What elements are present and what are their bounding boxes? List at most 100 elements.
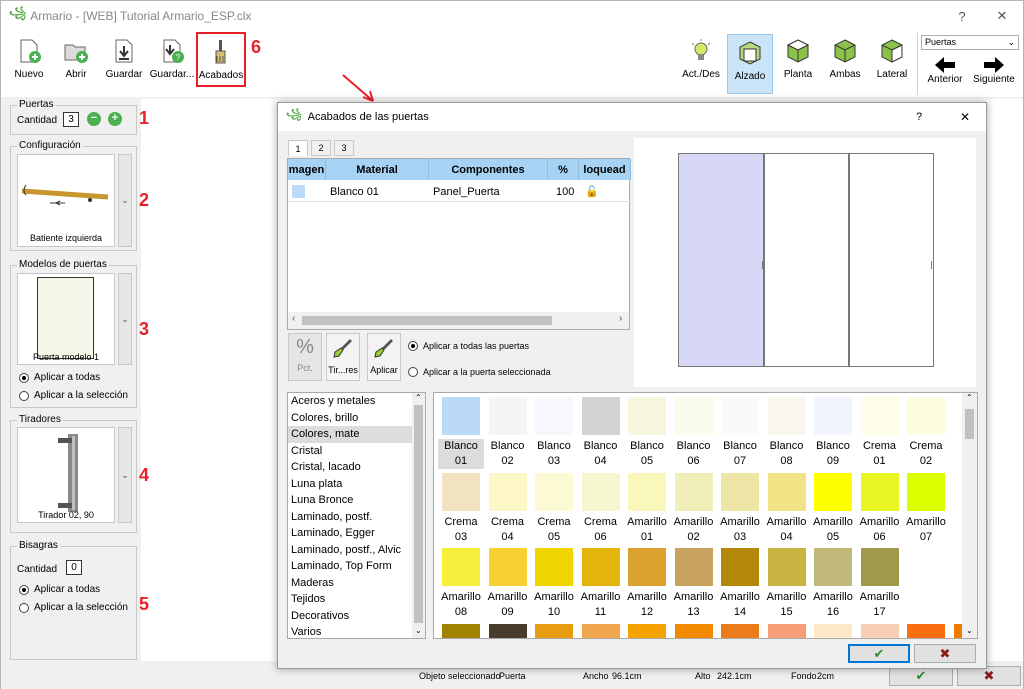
category-scrollbar[interactable]: ⌃ ⌄	[412, 393, 425, 638]
color-swatch[interactable]: Blanco 02	[485, 397, 531, 469]
tab-1[interactable]: 1	[288, 140, 308, 156]
color-swatch[interactable]: Amarillo 10	[531, 548, 577, 620]
tab-2[interactable]: 2	[311, 140, 331, 156]
color-swatch[interactable]	[624, 624, 670, 638]
top-view-button[interactable]: Planta	[777, 33, 819, 95]
dialog-help-button[interactable]: ?	[916, 111, 922, 123]
color-swatch[interactable]: Amarillo 11	[578, 548, 624, 620]
color-swatch[interactable]	[485, 624, 531, 638]
toggle-button[interactable]: Act./Des	[679, 33, 723, 95]
front-view-button[interactable]: Alzado	[727, 34, 773, 94]
color-swatch[interactable]: Amarillo 04	[764, 473, 810, 545]
handle-dropdown[interactable]: ⌄	[118, 427, 132, 523]
column-header-locked[interactable]: loquead	[579, 159, 631, 180]
category-item[interactable]: Colores, brillo	[288, 410, 412, 427]
door-preview-1[interactable]	[678, 153, 764, 367]
color-swatch[interactable]: Crema 01	[857, 397, 903, 469]
category-item[interactable]: Luna plata	[288, 476, 412, 493]
color-swatch[interactable]: Crema 05	[531, 473, 577, 545]
side-view-button[interactable]: Lateral	[871, 33, 913, 95]
scroll-up-icon[interactable]: ⌃	[415, 393, 422, 402]
category-scroll-thumb[interactable]	[414, 405, 423, 623]
hinges-apply-selection-radio[interactable]: Aplicar a la selección	[19, 602, 128, 613]
category-item[interactable]: Laminado, postf., Alvic	[288, 542, 412, 559]
color-swatch[interactable]: Blanco 04	[578, 397, 624, 469]
open-button[interactable]: Abrir	[56, 33, 96, 95]
color-swatch[interactable]	[531, 624, 577, 638]
color-swatch[interactable]: Blanco 08	[764, 397, 810, 469]
color-swatch[interactable]: Amarillo 07	[903, 473, 949, 545]
new-button[interactable]: Nuevo	[9, 33, 49, 95]
color-swatch[interactable]: Amarillo 17	[857, 548, 903, 620]
category-item[interactable]: Aceros y metales	[288, 393, 412, 410]
unlock-icon[interactable]: 🔓	[585, 185, 599, 198]
apply-selected-door-radio[interactable]: Aplicar a la puerta seleccionada	[408, 367, 551, 377]
category-item[interactable]: Tejidos	[288, 591, 412, 608]
color-swatch[interactable]	[903, 624, 949, 638]
dialog-ok-button[interactable]: ✔	[848, 644, 910, 663]
color-swatch[interactable]: Amarillo 09	[485, 548, 531, 620]
scroll-up-icon[interactable]: ⌃	[966, 393, 973, 402]
swatch-scrollbar[interactable]: ⌃ ⌄	[962, 393, 977, 638]
close-button[interactable]: ✕	[985, 1, 1019, 31]
color-swatch[interactable]: Blanco 05	[624, 397, 670, 469]
category-item[interactable]: Varios	[288, 624, 412, 638]
color-swatch[interactable]	[857, 624, 903, 638]
main-ok-button[interactable]: ✔	[889, 666, 953, 686]
color-swatch[interactable]: Amarillo 05	[810, 473, 856, 545]
category-item[interactable]: Laminado, postf.	[288, 509, 412, 526]
scroll-thumb[interactable]	[302, 316, 552, 325]
color-swatch[interactable]: Amarillo 02	[671, 473, 717, 545]
column-header-percent[interactable]: %	[548, 159, 579, 180]
apply-all-radio[interactable]: Aplicar a todas	[19, 372, 100, 383]
apply-button[interactable]: Aplicar	[367, 333, 401, 381]
color-swatch[interactable]: Amarillo 16	[810, 548, 856, 620]
previous-button[interactable]: Anterior	[925, 56, 965, 92]
color-swatch[interactable]: Amarillo 12	[624, 548, 670, 620]
hinges-apply-all-radio[interactable]: Aplicar a todas	[19, 584, 100, 595]
color-swatch[interactable]: Amarillo 08	[438, 548, 484, 620]
horizontal-scrollbar[interactable]: ‹ ›	[288, 312, 629, 329]
color-swatch[interactable]: Amarillo 15	[764, 548, 810, 620]
category-item[interactable]: Laminado, Top Form	[288, 558, 412, 575]
color-swatch[interactable]	[671, 624, 717, 638]
doors-quantity-field[interactable]: 3	[63, 112, 79, 127]
dialog-close-button[interactable]: ✕	[960, 110, 970, 124]
scroll-right-icon[interactable]: ›	[619, 313, 622, 324]
dialog-cancel-button[interactable]: ✖	[914, 644, 976, 663]
door-preview-3[interactable]	[849, 153, 934, 367]
finishes-button[interactable]: Acabados	[196, 32, 246, 87]
door-model-dropdown[interactable]: ⌄	[118, 273, 132, 365]
tab-3[interactable]: 3	[334, 140, 354, 156]
color-swatch[interactable]	[438, 624, 484, 638]
category-item[interactable]: Cristal, lacado	[288, 459, 412, 476]
next-button[interactable]: Siguiente	[973, 56, 1015, 92]
main-cancel-button[interactable]: ✖	[957, 666, 1021, 686]
apply-all-doors-radio[interactable]: Aplicar a todas las puertas	[408, 341, 529, 351]
category-item[interactable]: Decorativos	[288, 608, 412, 625]
column-header-components[interactable]: Componentes	[429, 159, 548, 180]
table-row[interactable]: Blanco 01 Panel_Puerta 100 🔓	[288, 182, 631, 202]
color-swatch[interactable]: Crema 02	[903, 397, 949, 469]
color-swatch[interactable]: Blanco 03	[531, 397, 577, 469]
color-swatch[interactable]: Amarillo 03	[717, 473, 763, 545]
category-item[interactable]: Colores, mate	[288, 426, 412, 443]
color-swatch[interactable]: Amarillo 13	[671, 548, 717, 620]
increment-icon[interactable]: +	[108, 112, 122, 126]
category-item[interactable]: Cristal	[288, 443, 412, 460]
column-header-material[interactable]: Material	[326, 159, 429, 180]
color-swatch[interactable]	[578, 624, 624, 638]
color-swatch[interactable]	[764, 624, 810, 638]
apply-selection-radio[interactable]: Aplicar a la selección	[19, 390, 128, 401]
door-preview-2[interactable]	[764, 153, 849, 367]
color-swatch[interactable]: Crema 06	[578, 473, 624, 545]
color-swatch[interactable]	[717, 624, 763, 638]
color-swatch[interactable]: Amarillo 01	[624, 473, 670, 545]
color-swatch[interactable]: Blanco 06	[671, 397, 717, 469]
color-swatch[interactable]: Crema 04	[485, 473, 531, 545]
color-swatch[interactable]: Amarillo 14	[717, 548, 763, 620]
door-model-preview[interactable]: Puerta modelo 1	[17, 273, 115, 365]
color-swatch[interactable]: Blanco 07	[717, 397, 763, 469]
column-header-image[interactable]: magen	[288, 159, 326, 180]
swatch-scroll-thumb[interactable]	[965, 409, 974, 439]
